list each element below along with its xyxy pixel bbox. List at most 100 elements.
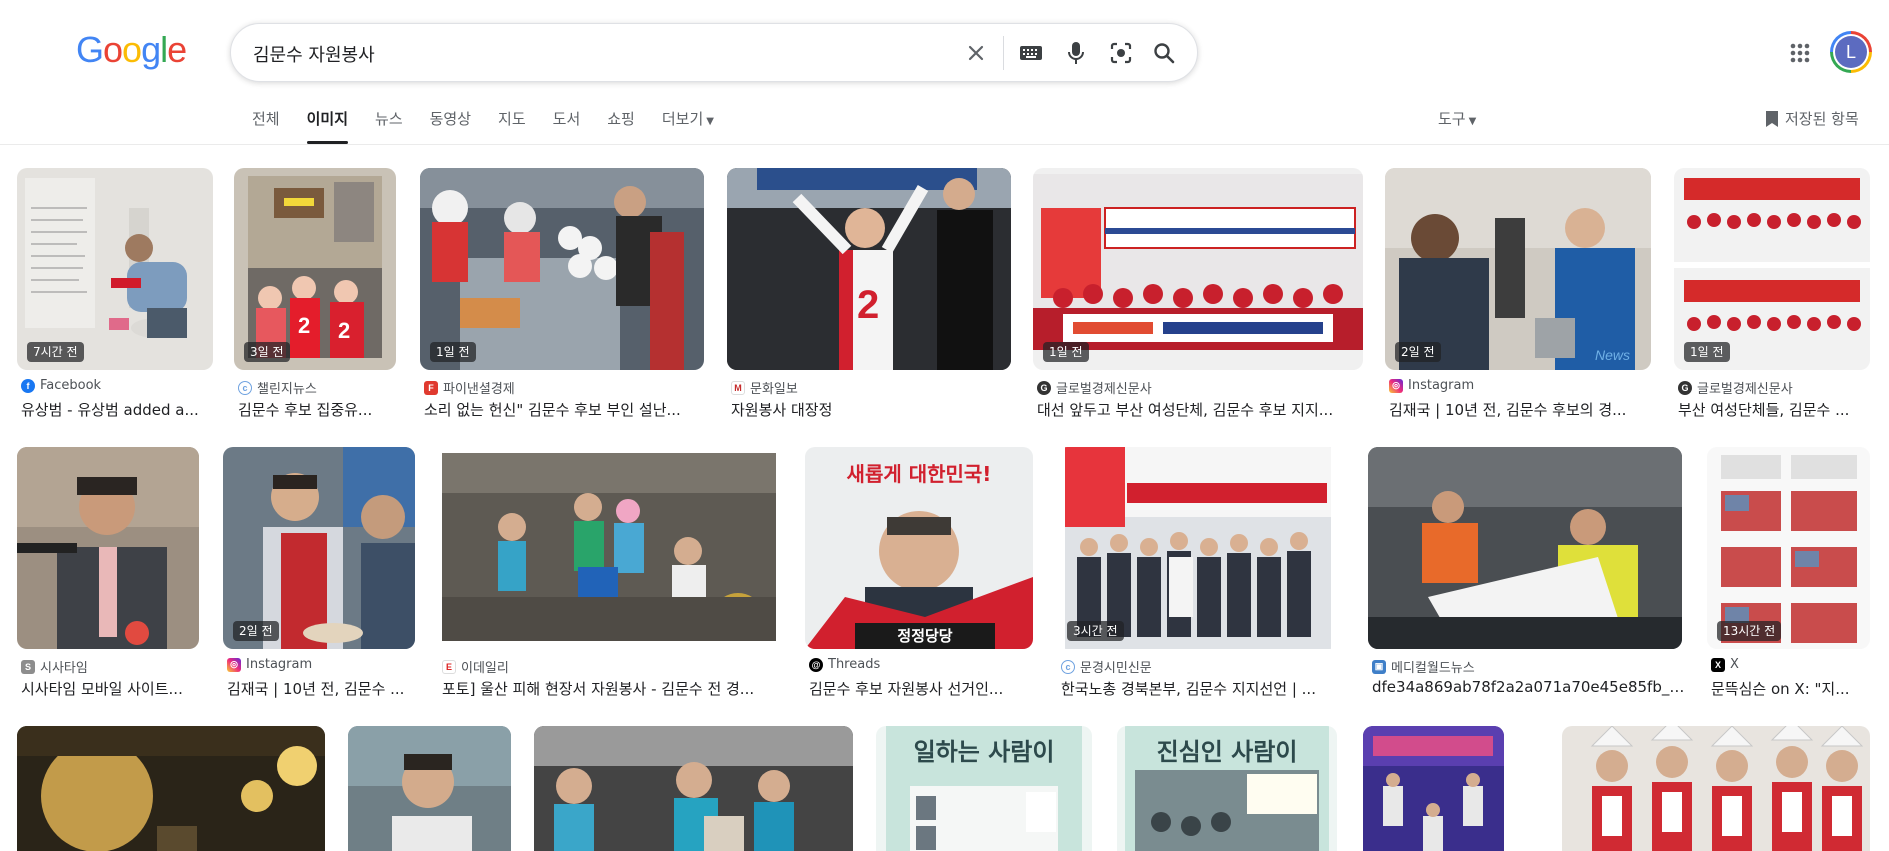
result-thumbnail[interactable]: 3시간 전 (1057, 447, 1339, 649)
image-result[interactable] (1363, 726, 1504, 851)
result-source[interactable]: c 문경시민신문 (1061, 657, 1152, 676)
result-source[interactable]: ◎ Instagram (1389, 378, 1474, 393)
image-result[interactable]: News 2일 전 ◎ Instagram 김재국 | 10년 전, 김문수 후보… (1385, 168, 1651, 420)
image-result[interactable]: ▣ 메디컬월드뉴스 dfe34a869ab78f2a2a071a70e45e85f… (1368, 447, 1686, 699)
result-thumbnail[interactable]: 1일 전 (1674, 168, 1870, 370)
lens-camera-icon[interactable] (1106, 38, 1136, 68)
microphone-icon[interactable] (1061, 38, 1091, 68)
result-title[interactable]: 김재국 | 10년 전, 김문수 ... (227, 678, 419, 699)
image-result[interactable]: S 시사타임 시사타임 모바일 사이트... (17, 447, 199, 699)
image-result[interactable]: 2 M 문화일보 자원봉사 대장정 (727, 168, 1011, 420)
tab-videos[interactable]: 동영상 (430, 108, 471, 144)
result-title[interactable]: 김재국 | 10년 전, 김문수 후보의 경... (1389, 399, 1655, 420)
image-result[interactable]: 일하는 사람이 (876, 726, 1092, 851)
apps-grid-icon[interactable] (1785, 38, 1815, 68)
result-source[interactable]: @ Threads (809, 657, 880, 672)
result-source[interactable]: M 문화일보 (731, 378, 798, 397)
image-result[interactable]: 22 3일 전 c 챌린지뉴스 김문수 후보 집중유... (234, 168, 396, 420)
result-source[interactable]: f Facebook (21, 378, 101, 393)
result-thumbnail[interactable] (1368, 447, 1682, 649)
result-source[interactable]: F 파이낸셜경제 (424, 378, 515, 397)
result-thumbnail[interactable] (348, 726, 511, 851)
image-result[interactable]: 1일 전 G 글로벌경제신문사 부산 여성단체들, 김문수 ... (1674, 168, 1870, 420)
image-result[interactable] (1562, 726, 1870, 851)
result-thumbnail[interactable] (1562, 726, 1870, 851)
search-tabs: 전체 이미지 뉴스 동영상 지도 도서 쇼핑 더보기 ▼ (252, 108, 741, 144)
result-title[interactable]: 한국노총 경북본부, 김문수 지지선언 | ... (1061, 678, 1343, 699)
clear-icon[interactable] (961, 38, 991, 68)
source-label: 이데일리 (461, 661, 509, 676)
sign-text: 진심인 사람이 (1157, 738, 1298, 766)
result-thumbnail[interactable]: 7시간 전 (17, 168, 213, 370)
tab-more[interactable]: 더보기 ▼ (662, 108, 714, 144)
source-label: 문경시민신문 (1080, 661, 1152, 676)
result-source[interactable]: S 시사타임 (21, 657, 88, 676)
image-result[interactable]: 새롭게 대한민국! 정정당당 @ Threads 김문수 후보 자원봉사 선거인..… (805, 447, 1033, 699)
result-thumbnail[interactable]: 2 (727, 168, 1011, 370)
result-title[interactable]: 자원봉사 대장정 (731, 399, 1015, 420)
tools-button[interactable]: 도구 ▼ (1438, 108, 1476, 129)
result-thumbnail[interactable] (17, 726, 325, 851)
result-thumbnail[interactable]: 새롭게 대한민국! 정정당당 (805, 447, 1033, 649)
result-title[interactable]: dfe34a869ab78f2a2a071a70e45e85fb_8... (1372, 678, 1686, 696)
tab-news[interactable]: 뉴스 (375, 108, 403, 144)
result-thumbnail[interactable] (17, 447, 199, 649)
keyboard-icon[interactable] (1016, 38, 1046, 68)
image-result[interactable]: 7시간 전 f Facebook 유상범 - 유상범 added a... (17, 168, 213, 420)
saved-items-button[interactable]: 저장된 항목 (1765, 108, 1859, 129)
search-box[interactable]: 김문수 자원봉사 (230, 23, 1198, 82)
chevron-down-icon: ▼ (1468, 116, 1477, 127)
result-source[interactable]: E 이데일리 (442, 657, 509, 676)
image-result[interactable] (534, 726, 853, 851)
image-result[interactable] (17, 726, 325, 851)
result-title[interactable]: 문뜩심슨 on X: "지... (1711, 678, 1874, 699)
google-logo[interactable]: Google (76, 30, 187, 70)
image-result[interactable]: 진심인 사람이 (1117, 726, 1337, 851)
time-badge: 13시간 전 (1717, 621, 1782, 641)
result-source[interactable]: G 글로벌경제신문사 (1678, 378, 1793, 397)
search-input[interactable]: 김문수 자원봉사 (253, 41, 375, 67)
result-title[interactable]: 시사타임 모바일 사이트... (21, 678, 203, 699)
result-thumbnail[interactable] (1363, 726, 1504, 851)
image-result[interactable]: 1일 전 F 파이낸셜경제 소리 없는 헌신" 김문수 후보 부인 설난... (420, 168, 704, 420)
image-result[interactable]: E 이데일리 포토] 울산 피해 현장서 자원봉사 - 김문수 전 경... (438, 447, 780, 699)
image-result[interactable]: 13시간 전 XX 문뜩심슨 on X: "지... (1707, 447, 1870, 699)
tab-shopping[interactable]: 쇼핑 (607, 108, 635, 144)
result-thumbnail[interactable]: 1일 전 (420, 168, 704, 370)
tab-maps[interactable]: 지도 (498, 108, 526, 144)
account-avatar[interactable]: L (1830, 31, 1872, 73)
search-icon[interactable] (1149, 38, 1179, 68)
result-thumbnail[interactable]: 1일 전 (1033, 168, 1363, 370)
result-source[interactable]: c 챌린지뉴스 (238, 378, 317, 397)
avatar-letter: L (1835, 36, 1867, 68)
result-thumbnail[interactable]: News 2일 전 (1385, 168, 1651, 370)
image-result[interactable] (348, 726, 511, 851)
tab-all[interactable]: 전체 (252, 108, 280, 144)
image-result[interactable]: 3시간 전 c 문경시민신문 한국노총 경북본부, 김문수 지지선언 | ... (1057, 447, 1339, 699)
result-source[interactable]: XX (1711, 657, 1739, 672)
result-title[interactable]: 포토] 울산 피해 현장서 자원봉사 - 김문수 전 경... (442, 678, 784, 699)
source-label: 글로벌경제신문사 (1056, 382, 1152, 397)
result-thumbnail[interactable]: 2일 전 (223, 447, 415, 649)
result-title[interactable]: 대선 앞두고 부산 여성단체, 김문수 후보 지지... (1037, 399, 1367, 420)
result-source[interactable]: ▣ 메디컬월드뉴스 (1372, 657, 1475, 676)
result-thumbnail[interactable] (438, 447, 780, 649)
result-thumbnail[interactable]: 일하는 사람이 (876, 726, 1092, 851)
result-source[interactable]: G 글로벌경제신문사 (1037, 378, 1152, 397)
result-thumbnail[interactable] (534, 726, 853, 851)
time-badge: 2일 전 (1395, 342, 1441, 362)
result-title[interactable]: 김문수 후보 집중유... (238, 399, 400, 420)
result-thumbnail[interactable]: 진심인 사람이 (1117, 726, 1337, 851)
result-title[interactable]: 소리 없는 헌신" 김문수 후보 부인 설난... (424, 399, 708, 420)
tab-books[interactable]: 도서 (553, 108, 581, 144)
result-title[interactable]: 김문수 후보 자원봉사 선거인... (809, 678, 1037, 699)
image-result[interactable]: 1일 전 G 글로벌경제신문사 대선 앞두고 부산 여성단체, 김문수 후보 지지… (1033, 168, 1363, 420)
tab-images[interactable]: 이미지 (306, 108, 349, 144)
image-result[interactable]: 2일 전 ◎ Instagram 김재국 | 10년 전, 김문수 ... (223, 447, 415, 699)
time-badge: 2일 전 (233, 621, 279, 641)
result-title[interactable]: 유상범 - 유상범 added a... (21, 399, 217, 420)
result-thumbnail[interactable]: 2 2 3일 전 (234, 168, 396, 370)
result-thumbnail[interactable]: 13시간 전 (1707, 447, 1870, 649)
result-source[interactable]: ◎ Instagram (227, 657, 312, 672)
result-title[interactable]: 부산 여성단체들, 김문수 ... (1678, 399, 1874, 420)
